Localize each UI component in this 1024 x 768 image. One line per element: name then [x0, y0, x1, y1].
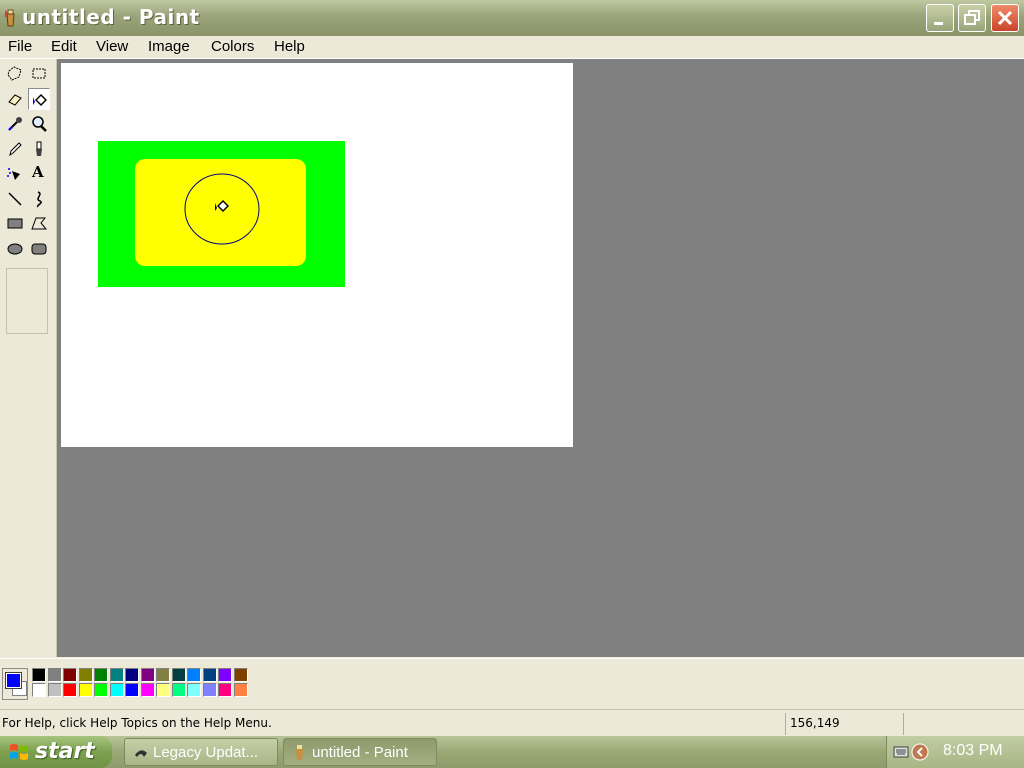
taskbar-item-paint[interactable]: untitled - Paint	[283, 738, 437, 766]
taskbar-item-legacy-update[interactable]: Legacy Updat...	[124, 738, 278, 766]
palette-swatch[interactable]	[140, 683, 155, 697]
fill-cursor-icon	[215, 200, 229, 212]
menu-view[interactable]: View	[96, 38, 128, 55]
canvas-drawing	[98, 141, 345, 287]
status-bar: For Help, click Help Topics on the Help …	[0, 709, 1024, 737]
menu-colors[interactable]: Colors	[211, 38, 254, 55]
palette-swatch[interactable]	[233, 668, 248, 682]
palette-swatch[interactable]	[156, 668, 170, 682]
toolbox: A	[0, 59, 57, 657]
palette-swatch[interactable]	[171, 668, 186, 682]
keyboard-icon[interactable]	[893, 745, 909, 759]
status-coordinates: 156,149	[790, 716, 840, 730]
menu-image[interactable]: Image	[148, 38, 190, 55]
menu-bar: File Edit View Image Colors Help	[0, 36, 1024, 59]
palette-swatch[interactable]	[47, 683, 62, 697]
palette-swatch[interactable]	[32, 683, 46, 697]
title-bar: untitled - Paint	[0, 0, 1024, 36]
pencil-tool[interactable]	[4, 138, 26, 160]
taskbar-item-label: Legacy Updat...	[153, 744, 259, 761]
palette-swatch[interactable]	[233, 683, 248, 697]
palette-swatch[interactable]	[218, 668, 232, 682]
current-colors[interactable]	[2, 668, 28, 700]
tool-options-box[interactable]	[6, 268, 48, 334]
select-tool[interactable]	[28, 63, 50, 85]
ellipse-tool[interactable]	[4, 238, 26, 260]
menu-file[interactable]: File	[8, 38, 32, 55]
drawing-canvas[interactable]	[61, 63, 573, 447]
minimize-button[interactable]	[926, 4, 954, 32]
line-tool[interactable]	[4, 188, 26, 210]
fill-with-color-tool[interactable]	[28, 88, 50, 110]
free-form-select-tool[interactable]	[4, 63, 26, 85]
rectangle-tool[interactable]	[4, 213, 26, 235]
status-separator	[785, 713, 786, 735]
status-separator	[903, 713, 904, 735]
palette-swatch[interactable]	[171, 683, 186, 697]
text-tool-glyph: A	[32, 163, 44, 181]
palette-swatch[interactable]	[202, 668, 217, 682]
palette-swatch[interactable]	[218, 683, 232, 697]
palette-swatch[interactable]	[140, 668, 155, 682]
close-button[interactable]	[991, 4, 1019, 32]
palette-swatch[interactable]	[63, 668, 77, 682]
taskbar: start Legacy Updat... untitled - Paint 8…	[0, 736, 1024, 768]
paint-app-icon	[4, 9, 18, 27]
palette-swatch[interactable]	[78, 668, 93, 682]
menu-edit[interactable]: Edit	[51, 38, 77, 55]
menu-help[interactable]: Help	[274, 38, 305, 55]
taskbar-item-label: untitled - Paint	[312, 744, 408, 761]
paint-app-icon	[296, 745, 303, 760]
window-title: untitled - Paint	[22, 5, 200, 29]
status-help-text: For Help, click Help Topics on the Help …	[2, 716, 272, 730]
rounded-rectangle-tool[interactable]	[28, 238, 50, 260]
windows-logo-icon	[10, 744, 28, 760]
magnifier-tool[interactable]	[28, 113, 50, 135]
brush-tool[interactable]	[28, 138, 50, 160]
clock: 8:03 PM	[943, 742, 1003, 759]
text-tool[interactable]: A	[28, 163, 50, 185]
start-label: start	[35, 739, 95, 764]
palette-swatch[interactable]	[32, 668, 46, 682]
palette-swatch[interactable]	[187, 683, 201, 697]
restore-button[interactable]	[958, 4, 986, 32]
palette-swatch[interactable]	[125, 683, 139, 697]
color-palette	[0, 658, 1024, 707]
palette-swatch[interactable]	[109, 668, 124, 682]
pick-color-tool[interactable]	[4, 113, 26, 135]
start-button[interactable]: start	[0, 736, 112, 768]
polygon-tool[interactable]	[28, 213, 50, 235]
curve-tool[interactable]	[28, 188, 50, 210]
legacy-update-icon	[135, 750, 147, 757]
airbrush-tool[interactable]	[4, 163, 26, 185]
palette-swatch[interactable]	[202, 683, 217, 697]
foreground-color-swatch	[5, 672, 22, 689]
eraser-tool[interactable]	[4, 88, 26, 110]
system-tray: 8:03 PM	[886, 736, 1024, 768]
palette-swatch[interactable]	[47, 668, 62, 682]
palette-swatch[interactable]	[63, 683, 77, 697]
palette-swatch[interactable]	[125, 668, 139, 682]
palette-swatch[interactable]	[156, 683, 170, 697]
palette-swatch[interactable]	[109, 683, 124, 697]
palette-swatch[interactable]	[78, 683, 93, 697]
palette-swatch[interactable]	[187, 668, 201, 682]
chevron-left-icon[interactable]	[911, 743, 929, 761]
palette-swatch[interactable]	[94, 683, 108, 697]
palette-swatch[interactable]	[94, 668, 108, 682]
